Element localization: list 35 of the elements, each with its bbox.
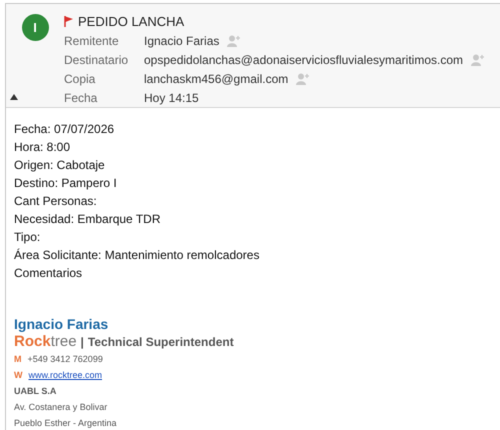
address-line: Av. Costanera y Bolivar — [14, 401, 108, 414]
body-line: Destino: Pampero I — [14, 175, 118, 192]
sender-avatar: I — [22, 14, 48, 41]
contact-key: M — [14, 350, 22, 368]
body-line: Fecha: 07/07/2026 — [14, 121, 116, 138]
signature-name: Ignacio Farias — [14, 316, 110, 333]
add-contact-icon[interactable] — [227, 35, 242, 48]
field-label: Destinatario — [64, 52, 130, 69]
body-line: Hora: 8:00 — [14, 139, 72, 156]
flag-icon[interactable] — [64, 16, 74, 28]
organization-name: UABL S.A — [14, 385, 58, 398]
job-title: Technical Superintendent — [88, 334, 234, 351]
body-line: Comentarios — [14, 265, 84, 282]
body-line: Origen: Cabotaje — [14, 157, 106, 174]
body-line: Cant Personas: — [14, 193, 98, 210]
add-contact-icon[interactable] — [471, 54, 485, 66]
email-subject: PEDIDO LANCHA — [78, 13, 184, 32]
add-contact-icon[interactable] — [296, 72, 310, 85]
field-label: Remitente — [64, 33, 120, 50]
body-line: Área Solicitante: Mantenimiento remolcadores — [14, 247, 260, 264]
collapse-icon[interactable] — [10, 94, 18, 100]
field-value: Hoy 14:15 — [144, 90, 199, 107]
separator: | — [80, 334, 84, 351]
field-value: Ignacio Farias — [144, 33, 220, 50]
contact-key: W — [14, 366, 22, 384]
field-value: opspedidolanchas@adonaiserviciosfluvialesymaritimos.com — [144, 52, 463, 69]
website-link[interactable]: www.rocktree.com — [28, 366, 102, 384]
field-label: Copia — [64, 70, 96, 88]
address-line: Pueblo Esther - Argentina — [14, 417, 118, 430]
phone-number: +549 3412 762099 — [28, 352, 103, 366]
body-line: Tipo: — [14, 229, 42, 246]
field-label: Fecha — [64, 90, 98, 107]
company-logo-text: Rocktree — [14, 333, 77, 350]
body-line: Necesidad: Embarque TDR — [14, 211, 162, 228]
field-value: lanchaskm456@gmail.com — [144, 70, 288, 88]
